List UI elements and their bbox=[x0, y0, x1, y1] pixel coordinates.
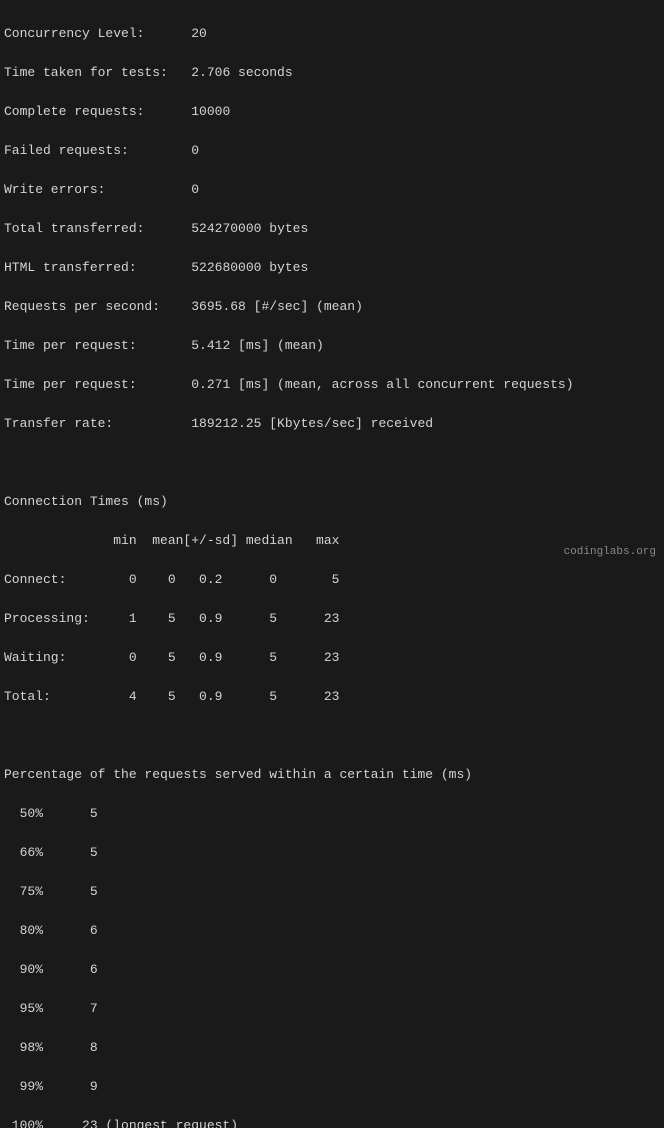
html-transferred-value: 522680000 bytes bbox=[191, 260, 308, 275]
concurrency-label: Concurrency Level: bbox=[4, 26, 144, 41]
transfer-rate-value: 189212.25 [Kbytes/sec] received bbox=[191, 416, 433, 431]
failed-requests-value: 0 bbox=[191, 143, 199, 158]
footer-watermark: codinglabs.org bbox=[564, 544, 656, 561]
processing-row: Processing: 1 5 0.9 5 23 bbox=[4, 609, 660, 629]
total-row: Total: 4 5 0.9 5 23 bbox=[4, 687, 660, 707]
percentile-row: 75% 5 bbox=[4, 882, 660, 902]
requests-per-second-label: Requests per second: bbox=[4, 299, 160, 314]
total-transferred-value: 524270000 bytes bbox=[191, 221, 308, 236]
requests-per-second-value: 3695.68 [#/sec] (mean) bbox=[191, 299, 363, 314]
concurrency-value: 20 bbox=[191, 26, 207, 41]
percentile-row: 98% 8 bbox=[4, 1038, 660, 1058]
waiting-row: Waiting: 0 5 0.9 5 23 bbox=[4, 648, 660, 668]
connect-row: Connect: 0 0 0.2 0 5 bbox=[4, 570, 660, 590]
percentile-row: 80% 6 bbox=[4, 921, 660, 941]
transfer-rate-label: Transfer rate: bbox=[4, 416, 113, 431]
percentile-row: 99% 9 bbox=[4, 1077, 660, 1097]
time-taken-value: 2.706 seconds bbox=[191, 65, 292, 80]
percentile-row: 66% 5 bbox=[4, 843, 660, 863]
time-per-request-value: 5.412 [ms] (mean) bbox=[191, 338, 324, 353]
html-transferred-label: HTML transferred: bbox=[4, 260, 137, 275]
connection-times-columns: min mean[+/-sd] median max bbox=[4, 531, 660, 551]
connection-times-header: Connection Times (ms) bbox=[4, 492, 660, 512]
time-per-request2-label: Time per request: bbox=[4, 377, 137, 392]
time-per-request2-value: 0.271 [ms] (mean, across all concurrent … bbox=[191, 377, 573, 392]
total-transferred-label: Total transferred: bbox=[4, 221, 144, 236]
terminal-output: Concurrency Level: 20 Time taken for tes… bbox=[4, 4, 660, 1128]
complete-requests-label: Complete requests: bbox=[4, 104, 144, 119]
write-errors-label: Write errors: bbox=[4, 182, 105, 197]
percentiles-header: Percentage of the requests served within… bbox=[4, 765, 660, 785]
failed-requests-label: Failed requests: bbox=[4, 143, 129, 158]
time-taken-label: Time taken for tests: bbox=[4, 65, 168, 80]
percentile-row: 95% 7 bbox=[4, 999, 660, 1019]
complete-requests-value: 10000 bbox=[191, 104, 230, 119]
write-errors-value: 0 bbox=[191, 182, 199, 197]
percentile-row: 90% 6 bbox=[4, 960, 660, 980]
percentile-row: 50% 5 bbox=[4, 804, 660, 824]
time-per-request-label: Time per request: bbox=[4, 338, 137, 353]
percentile-row: 100% 23 (longest request) bbox=[4, 1116, 660, 1128]
